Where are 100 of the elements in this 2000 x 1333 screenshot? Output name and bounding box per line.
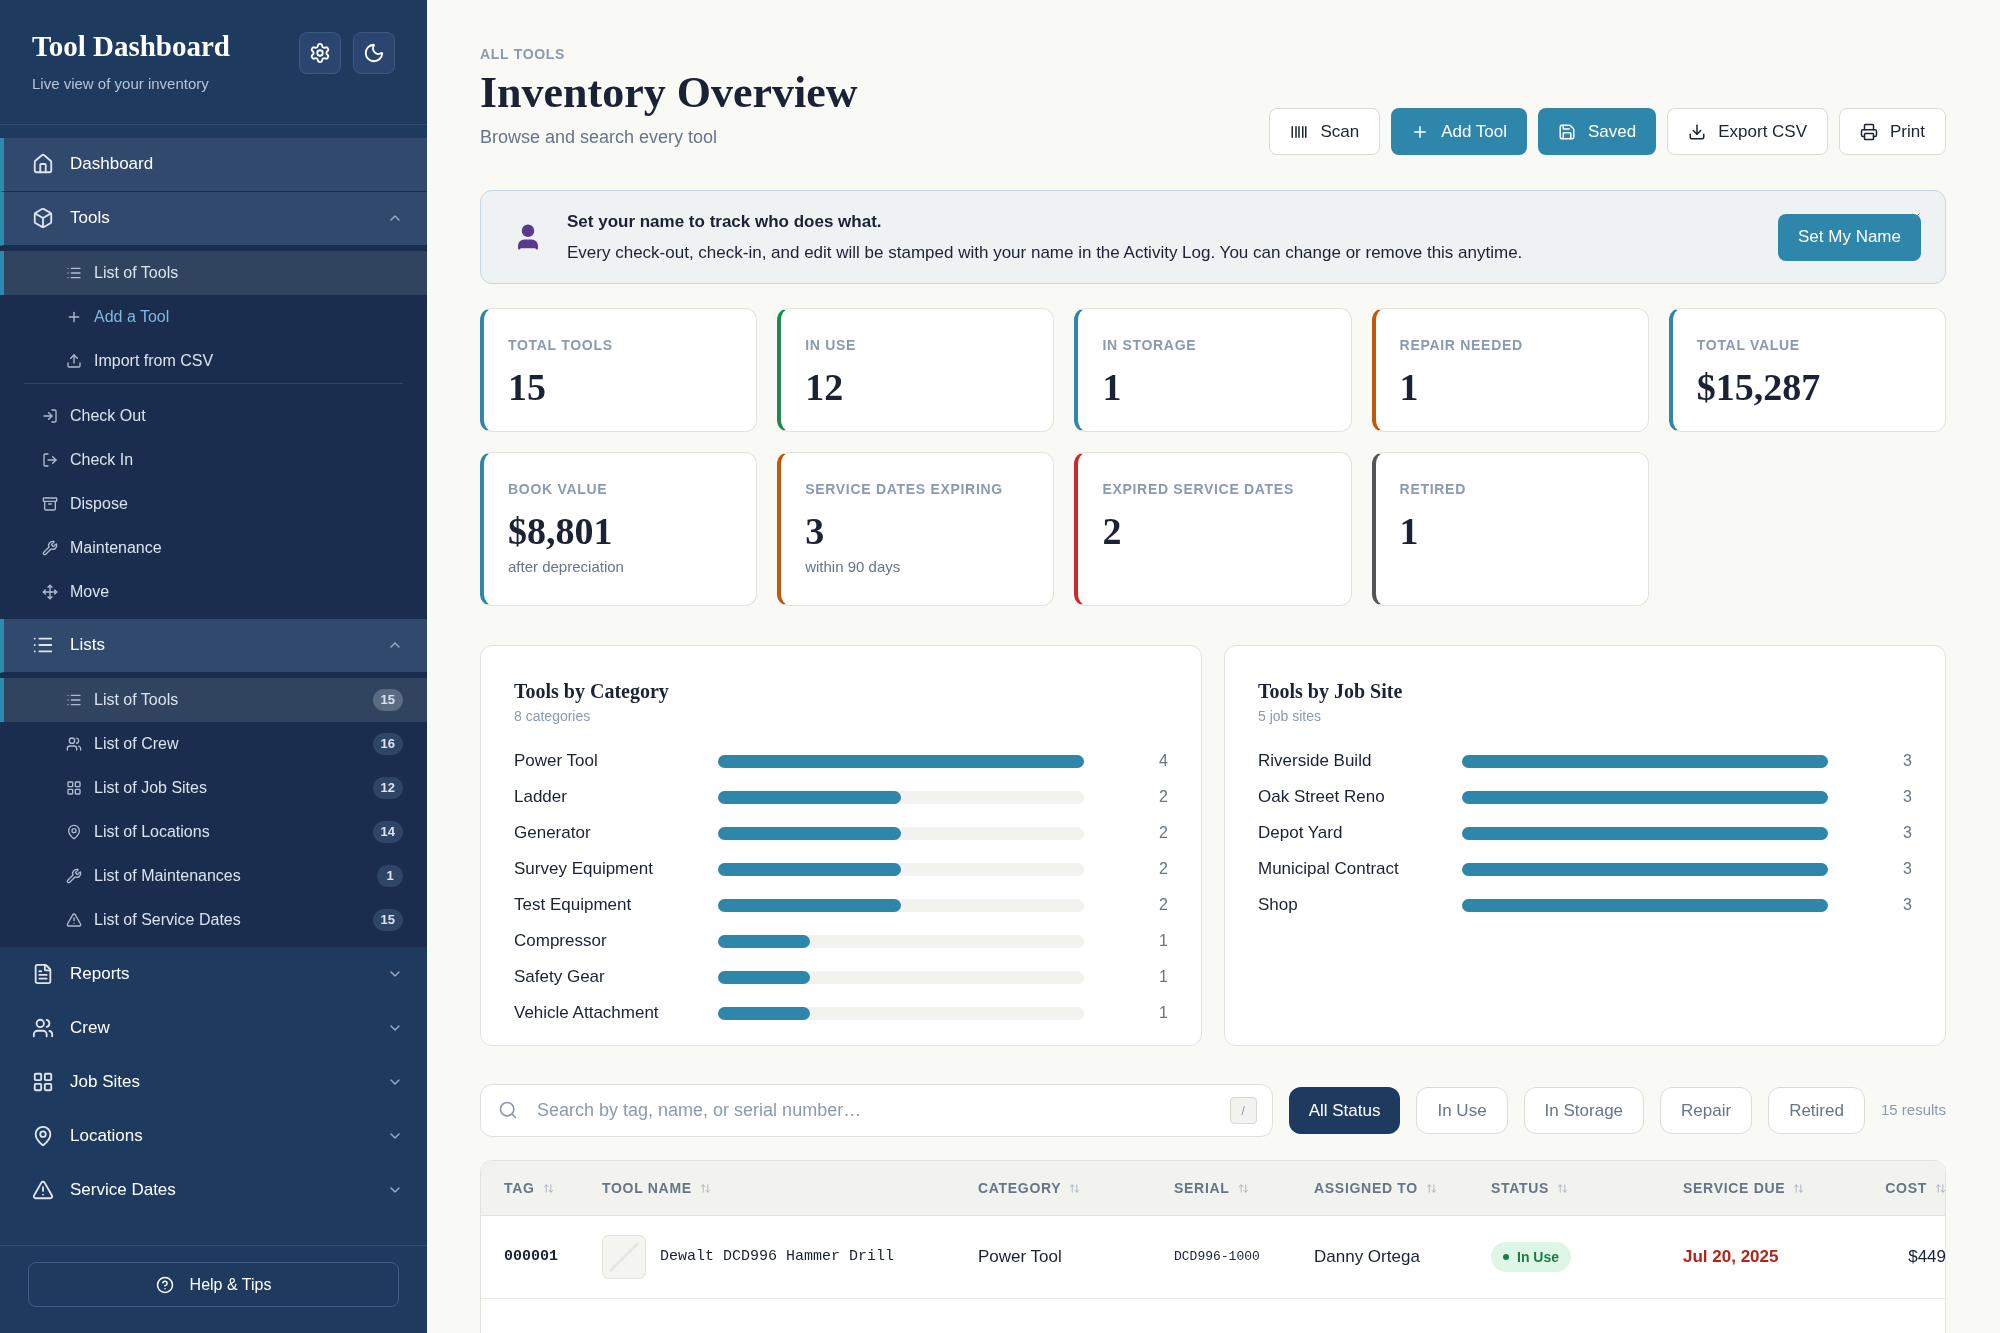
chart-title: Tools by Category xyxy=(514,679,670,705)
stat-value: 15 xyxy=(508,365,547,410)
archive-icon xyxy=(42,495,58,512)
bar-label: Power Tool xyxy=(514,750,599,773)
settings-button[interactable] xyxy=(299,32,341,74)
status-filter-tab[interactable]: Repair xyxy=(1660,1087,1753,1134)
bar-label: Riverside Build xyxy=(1258,750,1373,773)
sort-icon xyxy=(1557,1182,1569,1194)
sort-icon xyxy=(1069,1182,1081,1194)
table-cell-text: 000001 xyxy=(504,1246,559,1267)
shortcut-key: / xyxy=(1229,1097,1257,1124)
bar-label: Shop xyxy=(1258,894,1299,917)
chart-subtitle: 5 job sites xyxy=(1258,707,1323,726)
column-header[interactable]: TOOL NAME xyxy=(602,1177,978,1199)
count-badge: 1 xyxy=(377,864,403,887)
chart-title: Tools by Job Site xyxy=(1258,679,1404,705)
bar-count: 1 xyxy=(1158,967,1168,987)
stat-value: 3 xyxy=(805,509,826,554)
nav-item[interactable]: Locations xyxy=(0,1108,427,1163)
nav-subitem[interactable]: Check Out xyxy=(0,393,427,438)
nav-subitem[interactable]: List of Maintenances 1 xyxy=(0,853,427,898)
bar-count: 1 xyxy=(1158,931,1168,951)
nav-item[interactable]: Crew xyxy=(0,1000,427,1055)
status-filter-tab[interactable]: All Status xyxy=(1288,1087,1401,1134)
bar-count: 3 xyxy=(1902,859,1912,879)
warning-icon xyxy=(66,911,82,928)
toolbar-button[interactable]: Scan xyxy=(1269,108,1381,155)
map-pin-icon xyxy=(66,823,82,840)
nav-subitem[interactable]: Dispose xyxy=(0,481,427,526)
bar-label: Generator xyxy=(514,822,592,845)
nav-subitem[interactable]: Move xyxy=(0,569,427,614)
nav-subitem[interactable]: List of Service Dates 15 xyxy=(0,897,427,942)
cube-icon xyxy=(32,207,54,229)
upload-icon xyxy=(66,352,82,369)
column-header[interactable]: SERIAL xyxy=(1174,1177,1314,1199)
stat-value: 2 xyxy=(1102,509,1123,554)
column-header[interactable]: SERVICE DUE xyxy=(1683,1177,1861,1199)
help-button[interactable]: Help & Tips xyxy=(28,1262,399,1307)
nav-subitem[interactable]: List of Crew 16 xyxy=(0,721,427,766)
bar-label: Safety Gear xyxy=(514,966,606,989)
nav-item[interactable]: Dashboard xyxy=(0,137,427,192)
nav-subitem[interactable]: Maintenance xyxy=(0,525,427,570)
bar-label: Survey Equipment xyxy=(514,858,654,881)
status-filter-tab[interactable]: Retired xyxy=(1768,1087,1865,1134)
users-icon xyxy=(66,735,82,752)
toolbar-button[interactable]: Saved xyxy=(1538,108,1657,155)
settings-icon xyxy=(309,42,331,64)
wrench-icon xyxy=(42,539,58,556)
stat-label: IN USE xyxy=(805,336,858,355)
status-filter-tab[interactable]: In Storage xyxy=(1523,1087,1645,1134)
save-icon xyxy=(1558,122,1576,141)
toolbar-button[interactable]: Print xyxy=(1839,108,1946,155)
sort-icon xyxy=(1237,1182,1249,1194)
nav-subitem[interactable]: List of Locations 14 xyxy=(0,809,427,854)
column-header[interactable]: CATEGORY xyxy=(978,1177,1174,1199)
moon-icon xyxy=(363,42,385,64)
nav-item[interactable]: Job Sites xyxy=(0,1054,427,1109)
theme-toggle-button[interactable] xyxy=(353,32,395,74)
bar-label: Municipal Contract xyxy=(1258,858,1400,881)
stat-label: TOTAL TOOLS xyxy=(508,336,614,355)
banner-title: Set your name to track who does what. xyxy=(567,210,883,233)
bar-count: 4 xyxy=(1158,751,1168,771)
nav-item[interactable]: Lists xyxy=(0,618,427,673)
nav-subitem[interactable]: List of Tools 15 xyxy=(0,677,427,722)
nav-subitem[interactable]: Import from CSV xyxy=(0,338,427,383)
close-icon[interactable] xyxy=(1910,211,1922,223)
app-title: Tool Dashboard xyxy=(32,32,230,61)
search-icon xyxy=(498,1100,518,1120)
map-pin-icon xyxy=(32,1124,54,1147)
nav-item[interactable]: Reports xyxy=(0,946,427,1001)
column-header[interactable]: STATUS xyxy=(1491,1177,1683,1199)
column-header[interactable]: COST xyxy=(1861,1177,1970,1199)
table-cell-text: Dewalt DCD996 Hammer Drill xyxy=(660,1246,895,1267)
stat-label: RETIRED xyxy=(1399,480,1467,499)
column-header[interactable]: TAG xyxy=(504,1177,602,1199)
toolbar-button[interactable]: Export CSV xyxy=(1667,108,1829,155)
bar-count: 3 xyxy=(1902,751,1912,771)
nav-item[interactable]: Tools xyxy=(0,191,427,246)
document-icon xyxy=(32,962,54,985)
nav-subitem[interactable]: Check In xyxy=(0,437,427,482)
nav-subitem[interactable]: List of Tools xyxy=(0,250,427,295)
set-name-button[interactable]: Set My Name xyxy=(1778,213,1921,261)
column-header[interactable]: ASSIGNED TO xyxy=(1314,1177,1491,1199)
home-icon xyxy=(32,153,54,175)
bar-label: Oak Street Reno xyxy=(1258,786,1386,809)
nav-subitem[interactable]: Add a Tool xyxy=(0,294,427,339)
stat-value: 1 xyxy=(1399,365,1420,410)
stat-label: REPAIR NEEDED xyxy=(1399,336,1524,355)
bar-count: 3 xyxy=(1902,787,1912,807)
nav-subitem[interactable]: List of Job Sites 12 xyxy=(0,765,427,810)
status-filter-tab[interactable]: In Use xyxy=(1416,1087,1508,1134)
count-badge: 14 xyxy=(372,820,403,843)
bar-count: 3 xyxy=(1902,895,1912,915)
image-placeholder-icon xyxy=(602,1235,646,1279)
sort-icon xyxy=(699,1182,711,1194)
page-subtitle: Browse and search every tool xyxy=(480,126,719,149)
nav-item[interactable]: Service Dates xyxy=(0,1162,427,1217)
wrench-icon xyxy=(66,867,82,884)
toolbar-button[interactable]: Add Tool xyxy=(1391,108,1527,155)
login-icon xyxy=(42,407,58,424)
